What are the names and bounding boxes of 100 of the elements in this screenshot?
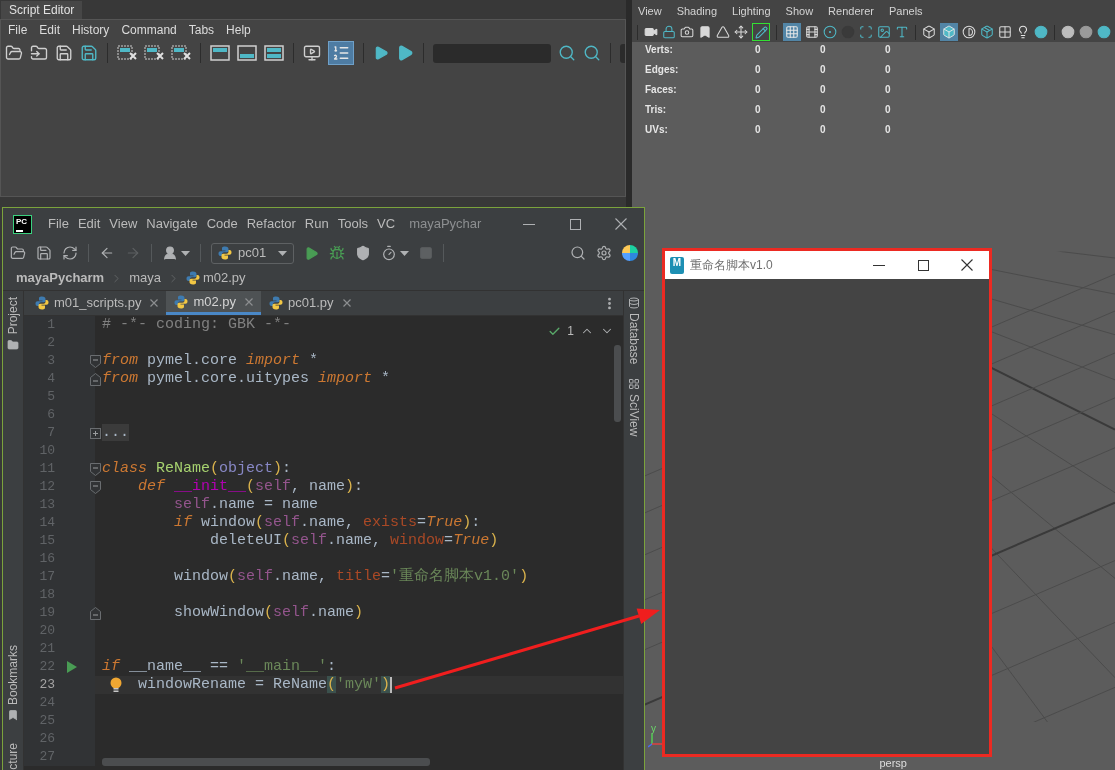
sphere-icon[interactable] [1034,25,1048,39]
sphere-icon[interactable] [1097,25,1111,39]
search-icon[interactable] [583,44,601,62]
panel-icon[interactable] [210,45,230,61]
grid-icon[interactable] [998,25,1012,39]
menu-item[interactable]: Tools [337,214,369,234]
fold-icon[interactable] [89,372,101,386]
line-numbers-toggle[interactable] [328,41,354,65]
run-config-dropdown[interactable]: pc01 [211,242,294,264]
scrollbar-thumb[interactable] [614,345,621,422]
editor-tab[interactable]: m01_scripts.py [27,291,167,315]
half-circle-icon[interactable] [962,25,976,39]
editor-tab[interactable]: m02.py [166,291,262,315]
lock-icon[interactable] [662,25,676,39]
close-icon[interactable] [245,297,254,306]
menu-item[interactable]: Panels [888,2,923,20]
film-icon[interactable] [805,25,819,39]
menu-item[interactable]: File [8,20,28,39]
expand-icon[interactable] [89,426,101,440]
triangle-icon[interactable] [716,25,730,39]
menu-item[interactable]: Refactor [246,214,296,234]
panel-icon[interactable] [264,45,284,61]
menu-item[interactable]: Show [785,2,814,20]
menu-item[interactable]: View [638,2,662,20]
search-field[interactable] [433,43,551,63]
menu-item[interactable]: Tabs [188,20,215,39]
run-icon[interactable] [66,661,77,673]
move-icon[interactable] [734,25,748,39]
menu-item[interactable]: Lighting [732,2,771,20]
image-icon[interactable] [877,25,891,39]
lightbulb-icon[interactable] [110,677,122,693]
fold-icon[interactable] [89,462,101,476]
monitor-play-icon[interactable] [303,44,321,62]
save-icon[interactable] [55,44,73,62]
menu-item[interactable]: Command [121,20,177,39]
menu-item[interactable]: Code [206,214,238,234]
bookmark-icon[interactable] [698,25,712,39]
package-icon[interactable] [980,25,994,39]
scan-icon[interactable] [859,25,873,39]
caret-icon[interactable] [400,250,409,256]
fold-icon[interactable] [89,606,101,620]
folder-icon[interactable] [5,44,23,62]
save-icon[interactable] [80,44,98,62]
lightbulb-icon[interactable] [1016,25,1030,39]
menu-item[interactable]: VC [377,214,396,234]
panel-icon[interactable] [237,45,257,61]
bug-icon[interactable] [329,245,345,261]
fold-icon[interactable] [89,354,101,368]
user-icon[interactable] [162,245,178,261]
settings-icon[interactable] [596,245,612,261]
tool-window-button[interactable]: SciView [627,378,641,437]
tool-window-button[interactable]: Database [627,297,641,365]
scrollbar-thumb[interactable] [102,758,430,766]
editor-tab[interactable]: Script Editor [1,1,83,19]
menu-item[interactable]: Edit [77,214,101,234]
clear-icon[interactable] [144,44,164,62]
menu-item[interactable]: Run [304,214,329,234]
camera-icon[interactable] [680,25,694,39]
sphere-icon[interactable] [1079,25,1093,39]
text-icon[interactable] [895,25,909,39]
caret-icon[interactable] [181,250,190,256]
menu-item[interactable]: View [109,214,138,234]
logo-icon[interactable] [622,245,638,261]
folder-icon[interactable] [10,245,26,261]
grid-toggle[interactable] [783,23,801,41]
search-icon[interactable] [558,44,576,62]
cube-icon[interactable] [922,25,936,39]
shaded-toggle[interactable] [940,23,958,41]
menu-item[interactable]: Navigate [146,214,198,234]
play-icon[interactable] [396,44,414,62]
video-camera-icon[interactable] [644,25,658,39]
timer-icon[interactable] [381,245,397,261]
editor-tab[interactable]: pc01.py [261,291,359,315]
save-icon[interactable] [36,245,52,261]
tool-window-button[interactable]: Bookmarks [6,645,20,722]
breadcrumb-item[interactable]: m02.py [185,268,246,288]
pencil-toggle[interactable] [752,23,770,41]
search-icon[interactable] [570,245,586,261]
tool-window-button[interactable]: Project [6,291,20,352]
menu-item[interactable]: Help [226,20,251,39]
close-icon[interactable] [342,299,351,307]
clear-icon[interactable] [117,44,137,62]
clear-icon[interactable] [171,44,191,62]
refresh-icon[interactable] [62,245,78,261]
play-icon[interactable] [373,45,389,61]
menu-item[interactable]: Renderer [828,2,874,20]
fold-icon[interactable] [89,480,101,494]
shield-icon[interactable] [355,245,371,261]
menu-item[interactable]: Shading [676,2,718,20]
menu-item[interactable]: History [72,20,110,39]
circle-dot-icon[interactable] [823,25,837,39]
sphere-icon[interactable] [1061,25,1075,39]
menu-item[interactable]: File [48,214,69,234]
inspection-count[interactable]: 1 [567,324,574,338]
menu-item[interactable]: Edit [39,20,61,39]
tool-window-button[interactable]: cture [6,743,20,770]
breadcrumb-item[interactable]: mayaPycharm [16,268,105,288]
breadcrumb-item[interactable]: maya [129,268,161,288]
folder-arrow-icon[interactable] [30,44,48,62]
run-icon[interactable] [304,245,319,261]
